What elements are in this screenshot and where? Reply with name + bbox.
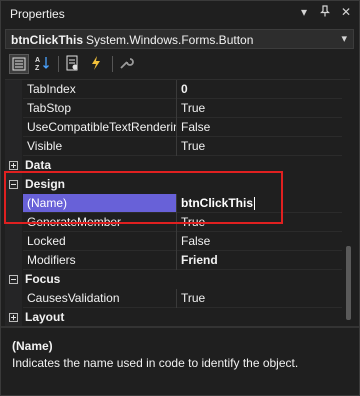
description-panel: (Name) Indicates the name used in code t… xyxy=(5,329,354,389)
wrench-icon[interactable] xyxy=(117,54,137,74)
property-row[interactable]: UseCompatibleTextRendering False xyxy=(5,118,350,137)
property-value-text: False xyxy=(181,234,211,248)
row-gutter xyxy=(5,99,22,118)
property-name[interactable]: Visible xyxy=(23,137,176,156)
property-name[interactable]: CausesValidation xyxy=(23,289,176,308)
highlight-box xyxy=(4,171,283,224)
property-value-text: True xyxy=(181,101,206,115)
object-selector[interactable]: btnClickThis System.Windows.Forms.Button… xyxy=(5,29,354,49)
svg-text:A: A xyxy=(35,57,40,64)
category-layout[interactable]: Layout xyxy=(5,308,350,327)
property-value[interactable]: True xyxy=(177,99,342,118)
property-value[interactable]: Friend xyxy=(177,251,342,270)
window-title: Properties xyxy=(10,7,65,21)
row-gutter xyxy=(5,232,22,251)
description-splitter[interactable] xyxy=(0,326,360,328)
window-options-icon[interactable]: ▾ xyxy=(298,5,310,20)
property-name[interactable]: UseCompatibleTextRendering xyxy=(23,118,176,137)
property-name[interactable]: TabIndex xyxy=(23,80,176,99)
expand-icon[interactable] xyxy=(9,313,18,322)
property-value[interactable]: False xyxy=(177,232,342,251)
property-value[interactable]: True xyxy=(177,289,342,308)
property-row[interactable]: Visible True xyxy=(5,137,350,156)
property-name[interactable]: TabStop xyxy=(23,99,176,118)
row-gutter xyxy=(5,251,22,270)
close-icon[interactable]: ✕ xyxy=(340,5,352,20)
category-label: Focus xyxy=(25,272,61,286)
alphabetical-sort-icon[interactable]: A Z xyxy=(33,54,53,74)
property-row[interactable]: Locked False xyxy=(5,232,350,251)
property-value-text: False xyxy=(181,120,211,134)
row-gutter xyxy=(5,289,22,308)
property-name[interactable]: Modifiers xyxy=(23,251,176,270)
property-row[interactable]: TabIndex 0 xyxy=(5,80,350,99)
property-value[interactable]: True xyxy=(177,137,342,156)
row-gutter xyxy=(5,80,22,99)
property-value-text: True xyxy=(181,291,206,305)
property-row[interactable]: Modifiers Friend xyxy=(5,251,350,270)
row-gutter xyxy=(5,137,22,156)
expand-icon[interactable] xyxy=(9,161,18,170)
window-controls: ▾ ✕ xyxy=(298,5,352,20)
property-value-text: 0 xyxy=(181,82,188,96)
chevron-down-icon[interactable]: ▾ xyxy=(341,32,347,45)
pin-icon[interactable] xyxy=(319,5,331,20)
events-lightning-icon[interactable] xyxy=(87,54,107,74)
description-title: (Name) xyxy=(12,339,53,353)
scrollbar-thumb[interactable] xyxy=(346,246,351,320)
property-value-text: True xyxy=(181,139,206,153)
property-value[interactable]: 0 xyxy=(177,80,342,99)
category-focus[interactable]: Focus xyxy=(5,270,350,289)
properties-toolbar: A Z xyxy=(5,51,354,77)
title-bar: Properties ▾ ✕ xyxy=(0,0,360,27)
collapse-icon[interactable] xyxy=(9,275,18,284)
property-row[interactable]: TabStop True xyxy=(5,99,350,118)
property-value[interactable]: False xyxy=(177,118,342,137)
categorized-view-button[interactable] xyxy=(9,54,29,74)
category-label: Layout xyxy=(25,310,65,324)
property-value-text: Friend xyxy=(181,253,218,267)
property-row[interactable]: CausesValidation True xyxy=(5,289,350,308)
vertical-scrollbar[interactable] xyxy=(345,80,352,324)
row-gutter xyxy=(5,118,22,137)
properties-page-icon[interactable] xyxy=(63,54,83,74)
property-name[interactable]: Locked xyxy=(23,232,176,251)
object-name: btnClickThis xyxy=(11,33,84,47)
object-type: System.Windows.Forms.Button xyxy=(86,33,254,47)
svg-text:Z: Z xyxy=(35,65,40,72)
description-text: Indicates the name used in code to ident… xyxy=(12,356,299,370)
